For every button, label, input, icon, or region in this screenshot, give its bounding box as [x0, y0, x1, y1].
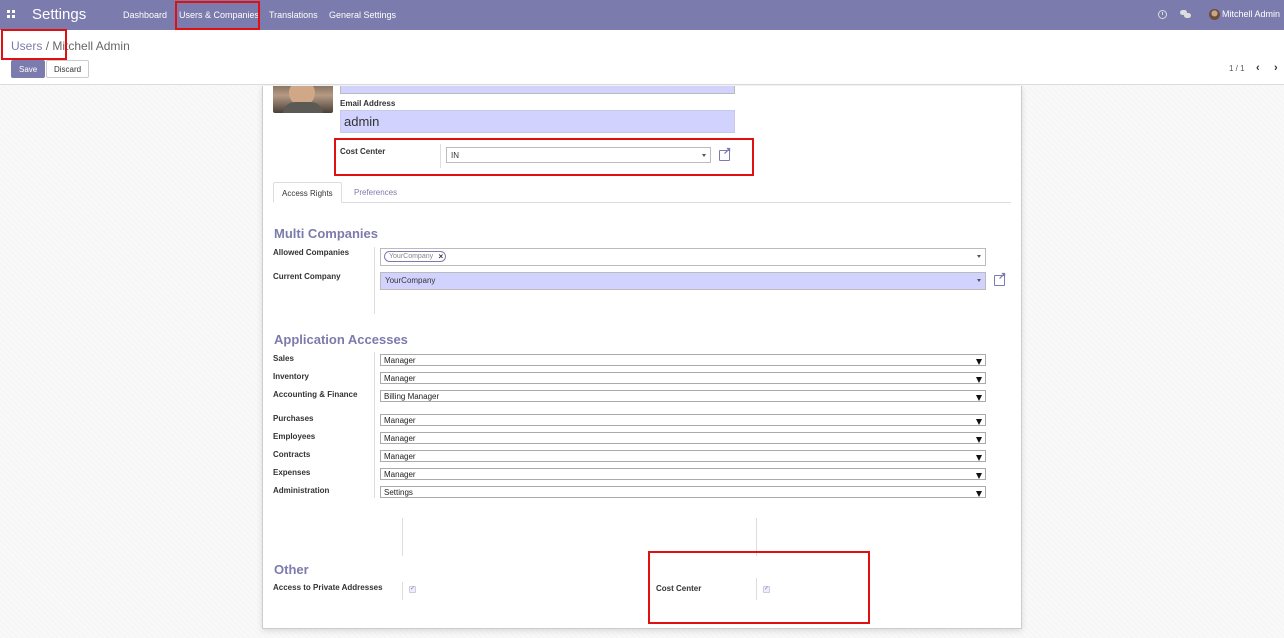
caret-down-icon [976, 359, 982, 365]
access-select[interactable]: Manager [380, 450, 986, 462]
control-panel: Users / Mitchell Admin Save Discard 1 / … [0, 30, 1284, 85]
user-photo[interactable] [273, 86, 333, 113]
access-label: Accounting & Finance [273, 390, 358, 399]
caret-down-icon [976, 419, 982, 425]
caret-down-icon [977, 255, 981, 258]
caret-down-icon [976, 395, 982, 401]
menu-translations[interactable]: Translations [269, 10, 318, 20]
company-tag-label: YourCompany [389, 253, 434, 260]
menu-dashboard[interactable]: Dashboard [123, 10, 167, 20]
section-title-application-accesses: Application Accesses [274, 332, 408, 347]
access-label: Administration [273, 486, 330, 495]
field-separator [402, 518, 403, 556]
access-select-value: Billing Manager [384, 392, 440, 401]
current-company-value: YourCompany [385, 276, 436, 285]
apps-grid-icon[interactable] [7, 10, 15, 18]
access-select-value: Manager [384, 374, 416, 383]
user-avatar[interactable] [1209, 9, 1220, 20]
private-addresses-label: Access to Private Addresses [273, 583, 383, 592]
chat-icon[interactable] [1180, 10, 1191, 18]
name-field[interactable] [340, 86, 735, 94]
annotation-box [1, 29, 67, 60]
clock-icon[interactable] [1158, 10, 1167, 19]
tab-preferences[interactable]: Preferences [346, 182, 405, 203]
current-company-label: Current Company [273, 272, 341, 281]
allowed-companies-field[interactable] [380, 248, 986, 266]
access-select[interactable]: Manager [380, 468, 986, 480]
allowed-companies-label: Allowed Companies [273, 248, 350, 257]
annotation-box [648, 551, 870, 624]
access-label: Inventory [273, 372, 310, 381]
email-label: Email Address [340, 99, 396, 108]
tab-access-rights[interactable]: Access Rights [273, 182, 342, 203]
access-select[interactable]: Manager [380, 414, 986, 426]
discard-button[interactable]: Discard [46, 60, 90, 78]
access-label: Sales [273, 354, 294, 363]
access-label: Expenses [273, 468, 311, 477]
caret-down-icon [976, 377, 982, 383]
annotation-box [334, 138, 754, 176]
user-menu-name[interactable]: Mitchell Admin [1222, 9, 1280, 19]
company-tag: YourCompany × [384, 251, 447, 262]
access-label: Purchases [273, 414, 314, 423]
access-label: Employees [273, 432, 316, 441]
access-select[interactable]: Manager [380, 372, 986, 384]
caret-down-icon [976, 473, 982, 479]
caret-down-icon [976, 437, 982, 443]
section-title-multi-companies: Multi Companies [274, 226, 379, 241]
caret-down-icon [976, 491, 982, 497]
annotation-box [175, 1, 260, 30]
notebook-tabs: Access Rights Preferences [273, 182, 1011, 203]
access-select-value: Manager [384, 452, 416, 461]
field-separator [374, 352, 375, 498]
external-link-icon[interactable] [994, 271, 1006, 286]
email-field[interactable]: admin [340, 110, 735, 133]
save-button[interactable]: Save [11, 60, 46, 78]
section-title-other: Other [274, 562, 309, 577]
access-select-value: Manager [384, 416, 416, 425]
chevron-left-icon[interactable]: ‹ [1256, 62, 1260, 74]
remove-tag-icon[interactable]: × [438, 252, 443, 261]
field-separator [374, 247, 375, 314]
chevron-right-icon[interactable]: › [1274, 62, 1278, 74]
caret-down-icon [976, 455, 982, 461]
access-select[interactable]: Billing Manager [380, 390, 986, 402]
pager-value[interactable]: 1 / 1 [1229, 64, 1245, 73]
app-title: Settings [32, 6, 87, 23]
field-separator [402, 582, 403, 600]
current-company-select[interactable]: YourCompany [380, 272, 986, 290]
menu-general-settings[interactable]: General Settings [329, 10, 396, 20]
caret-down-icon [977, 279, 981, 282]
access-select[interactable]: Manager [380, 354, 986, 366]
private-addresses-checkbox[interactable]: ✓ [409, 586, 416, 593]
access-select-value: Manager [384, 434, 416, 443]
access-select-value: Manager [384, 356, 416, 365]
access-select-value: Settings [384, 488, 413, 497]
access-select[interactable]: Manager [380, 432, 986, 444]
access-label: Contracts [273, 450, 311, 459]
access-select[interactable]: Settings [380, 486, 986, 498]
access-select-value: Manager [384, 470, 416, 479]
